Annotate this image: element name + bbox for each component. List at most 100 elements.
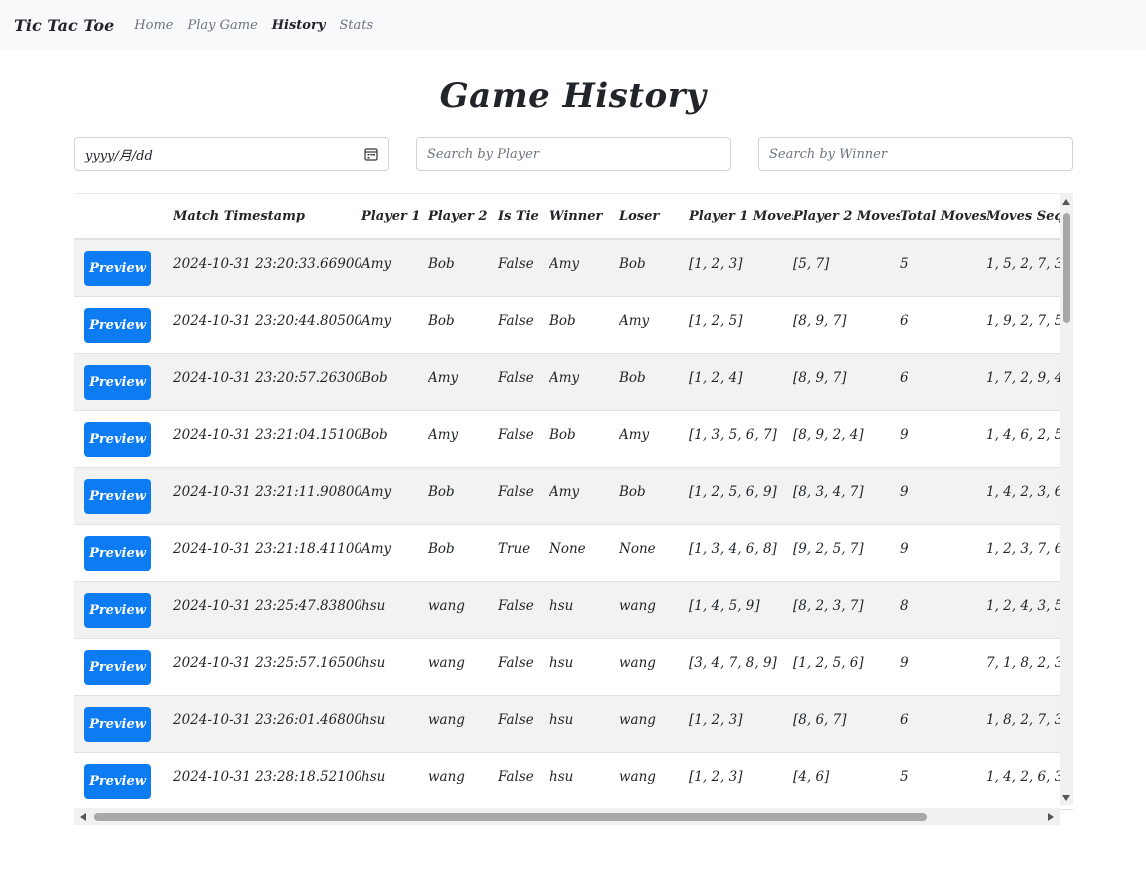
table-header-row: Match Timestamp Player 1 Player 2 Is Tie Win… <box>74 194 1073 240</box>
table-cell: 2024-10-31 23:20:44.805000 <box>173 296 361 354</box>
nav-history[interactable]: History <box>272 18 326 33</box>
table-cell: [8, 9, 7] <box>793 353 900 411</box>
preview-button[interactable]: Preview <box>84 763 151 799</box>
date-filter-value: yyyy/月/dd <box>85 148 153 164</box>
table-cell: 5 <box>900 752 986 810</box>
table-cell: [4, 6] <box>793 752 900 810</box>
column-header: Match Timestamp <box>173 194 361 240</box>
table-cell: Amy <box>361 296 428 354</box>
preview-cell: Preview <box>74 239 173 297</box>
column-header: Total Moves <box>900 194 986 240</box>
history-table-container: Match Timestamp Player 1 Player 2 Is Tie Win… <box>74 193 1073 825</box>
history-table: Match Timestamp Player 1 Player 2 Is Tie Win… <box>74 194 1073 810</box>
table-cell: 9 <box>900 638 986 696</box>
column-header: Loser <box>619 194 689 240</box>
nav-play-game[interactable]: Play Game <box>187 18 257 33</box>
column-header: Player 1 <box>361 194 428 240</box>
table-cell: Bob <box>428 239 498 297</box>
page-title: Game History <box>439 76 707 116</box>
preview-cell: Preview <box>74 467 173 525</box>
table-cell: None <box>549 524 619 582</box>
winner-search-input[interactable]: Search by Winner <box>758 137 1073 171</box>
table-cell: [8, 2, 3, 7] <box>793 581 900 639</box>
brand-link[interactable]: Tic Tac Toe <box>14 16 114 35</box>
table-row: Preview 2024-10-31 23:20:57.263000 Bob Amy F… <box>74 353 1073 411</box>
navbar: Tic Tac Toe Home Play Game History Stats <box>0 0 1146 50</box>
preview-cell: Preview <box>74 524 173 582</box>
scroll-left-icon[interactable] <box>80 813 86 821</box>
table-cell: Amy <box>549 353 619 411</box>
scroll-up-icon[interactable] <box>1062 199 1070 205</box>
table-cell: Bob <box>361 410 428 468</box>
table-cell: 2024-10-31 23:21:18.411000 <box>173 524 361 582</box>
table-cell: 6 <box>900 296 986 354</box>
table-cell: 2024-10-31 23:25:57.165000 <box>173 638 361 696</box>
table-cell: [8, 9, 2, 4] <box>793 410 900 468</box>
table-row: Preview 2024-10-31 23:21:18.411000 Amy Bob T… <box>74 524 1073 582</box>
scroll-right-icon[interactable] <box>1048 813 1054 821</box>
horizontal-scroll-thumb[interactable] <box>94 813 927 821</box>
table-cell: [1, 3, 4, 6, 8] <box>689 524 793 582</box>
table-cell: wang <box>428 638 498 696</box>
table-cell: [8, 6, 7] <box>793 695 900 753</box>
preview-button[interactable]: Preview <box>84 421 151 457</box>
table-cell: Bob <box>428 467 498 525</box>
table-cell: hsu <box>549 638 619 696</box>
table-cell: 2024-10-31 23:21:04.151000 <box>173 410 361 468</box>
table-cell: hsu <box>361 581 428 639</box>
table-cell: 2024-10-31 23:26:01.468000 <box>173 695 361 753</box>
table-cell: Amy <box>619 410 689 468</box>
vertical-scroll-thumb[interactable] <box>1063 213 1070 323</box>
table-row: Preview 2024-10-31 23:25:47.838000 hsu wang… <box>74 581 1073 639</box>
horizontal-scrollbar[interactable] <box>74 808 1060 825</box>
preview-button[interactable]: Preview <box>84 592 151 628</box>
table-cell: Amy <box>549 239 619 297</box>
table-cell: [1, 4, 5, 9] <box>689 581 793 639</box>
preview-cell: Preview <box>74 752 173 810</box>
preview-cell: Preview <box>74 695 173 753</box>
preview-button[interactable]: Preview <box>84 706 151 742</box>
table-row: Preview 2024-10-31 23:28:18.521000 hsu wang… <box>74 752 1073 810</box>
table-cell: None <box>619 524 689 582</box>
table-cell: Amy <box>428 353 498 411</box>
table-cell: Amy <box>361 524 428 582</box>
preview-button[interactable]: Preview <box>84 251 151 286</box>
table-cell: 8 <box>900 581 986 639</box>
preview-button[interactable]: Preview <box>84 649 151 685</box>
table-cell: [1, 2, 3] <box>689 695 793 753</box>
preview-cell: Preview <box>74 581 173 639</box>
preview-button[interactable]: Preview <box>84 307 151 343</box>
table-row: Preview 2024-10-31 23:21:11.908000 Amy Bob F… <box>74 467 1073 525</box>
table-cell: [8, 9, 7] <box>793 296 900 354</box>
player-search-input[interactable]: Search by Player <box>416 137 731 171</box>
table-cell: Bob <box>549 410 619 468</box>
table-cell: Amy <box>361 239 428 297</box>
table-cell: wang <box>428 752 498 810</box>
table-row: Preview 2024-10-31 23:25:57.165000 hsu wang… <box>74 638 1073 696</box>
table-cell: False <box>498 239 549 297</box>
preview-button[interactable]: Preview <box>84 478 151 514</box>
nav-stats[interactable]: Stats <box>339 18 373 33</box>
table-cell: False <box>498 695 549 753</box>
table-cell: wang <box>428 695 498 753</box>
table-cell: 2024-10-31 23:20:33.669000 <box>173 239 361 297</box>
table-cell: Bob <box>619 467 689 525</box>
table-cell: [8, 3, 4, 7] <box>793 467 900 525</box>
filter-bar: yyyy/月/dd Search by Player Search by Win… <box>74 137 1073 171</box>
preview-button[interactable]: Preview <box>84 535 151 571</box>
table-cell: hsu <box>361 638 428 696</box>
table-cell: [9, 2, 5, 7] <box>793 524 900 582</box>
table-cell: 2024-10-31 23:28:18.521000 <box>173 752 361 810</box>
table-cell: Bob <box>428 296 498 354</box>
table-cell: Bob <box>549 296 619 354</box>
vertical-scrollbar[interactable] <box>1060 193 1073 805</box>
date-filter-input[interactable]: yyyy/月/dd <box>74 137 389 171</box>
nav-home[interactable]: Home <box>134 18 173 33</box>
preview-cell: Preview <box>74 410 173 468</box>
scroll-down-icon[interactable] <box>1062 795 1070 801</box>
table-cell: Amy <box>361 467 428 525</box>
table-cell: Bob <box>619 353 689 411</box>
preview-button[interactable]: Preview <box>84 364 151 400</box>
calendar-icon[interactable] <box>364 147 378 161</box>
preview-cell: Preview <box>74 638 173 696</box>
